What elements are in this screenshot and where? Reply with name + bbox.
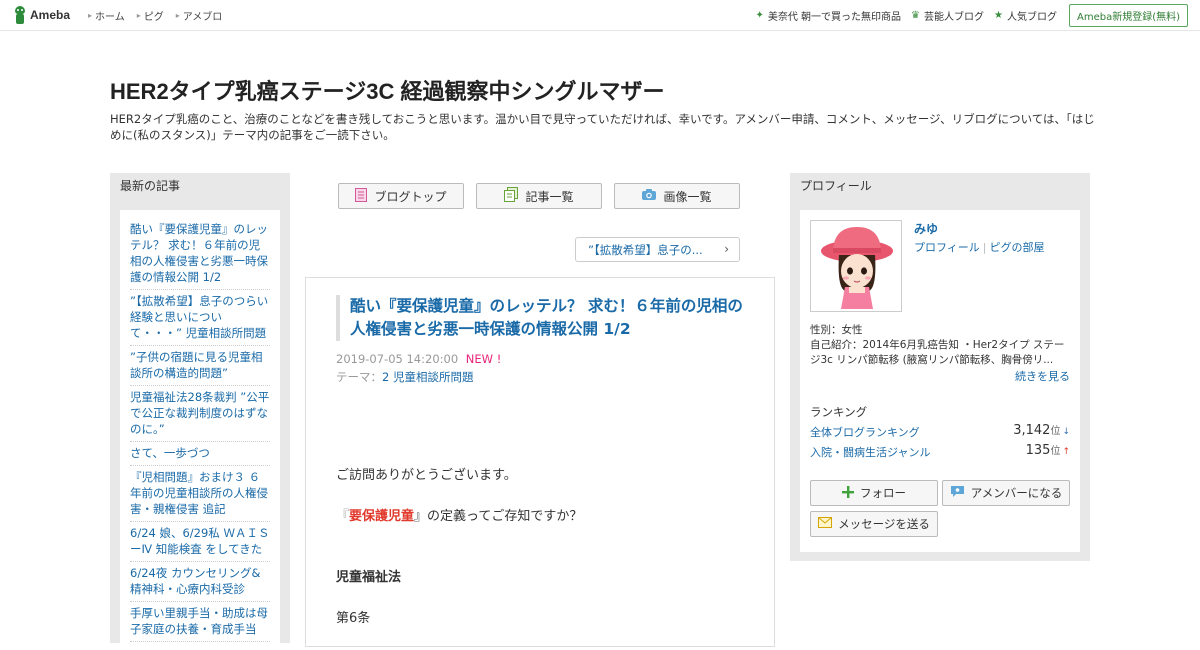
ameba-mascot-icon — [13, 6, 27, 24]
camera-icon — [642, 189, 657, 203]
link-trending-post[interactable]: ✦ 美奈代 朝一で買った無印商品 — [755, 8, 901, 23]
recent-article-link[interactable]: ”子供の宿題に見る児童相談所の構造的問題” — [130, 346, 270, 386]
sparkle-icon: ✦ — [755, 9, 764, 21]
blog-nav-buttons: ブログトップ 記事一覧 画像一覧 — [338, 183, 740, 209]
article-list-button[interactable]: 記事一覧 — [476, 183, 602, 209]
ranking-value: 3,142位 ↓ — [1013, 423, 1070, 438]
article-question: 『要保護児童』の定義ってご存知ですか？ — [336, 509, 583, 524]
recent-article-link[interactable]: 手厚い里親手当・助成は母子家庭の扶養・育成手当 — [130, 602, 270, 642]
link-celebrity-blogs[interactable]: ♛ 芸能人ブログ — [911, 8, 984, 23]
article-title[interactable]: 酷い『要保護児童』のレッテル？ 求む！６年前の児相の人権侵害と劣悪一時保護の情報… — [336, 295, 750, 341]
follow-button[interactable]: フォロー — [810, 480, 938, 506]
envelope-icon — [818, 517, 833, 531]
chevron-right-icon: ▸ — [88, 10, 93, 20]
blog-top-button[interactable]: ブログトップ — [338, 183, 464, 209]
chevron-right-icon: ▸ — [175, 10, 180, 20]
pigg-room-link[interactable]: ピグの部屋 — [990, 241, 1045, 254]
blog-description: HER2タイプ乳癌のこと、治療のことなどを書き残しておこうと思います。温かい目で… — [110, 112, 1095, 142]
ranking-heading: ランキング — [810, 405, 868, 419]
nav-home[interactable]: ▸ ホーム — [88, 8, 125, 23]
recent-article-link[interactable]: 児童福祉法28条裁判 ”公平で公正な裁判制度のはずなのに。” — [130, 386, 270, 442]
nav-pigg[interactable]: ▸ ピグ — [137, 8, 164, 23]
profile-gender: 性別：女性 — [810, 324, 863, 336]
theme-link[interactable]: 2 児童相談所問題 — [382, 370, 473, 384]
profile-link[interactable]: プロフィール — [914, 241, 980, 254]
article-clause: 第6条 — [336, 611, 371, 626]
send-message-button[interactable]: メッセージを送る — [810, 511, 938, 537]
star-icon: ★ — [994, 9, 1003, 21]
blog-title[interactable]: HER2タイプ乳癌ステージ3C 経過観察中シングルマザー — [110, 74, 664, 106]
profile-info: 性別：女性 自己紹介：2014年6月乳癌告知 ・Her2タイプ ステージ3c リ… — [810, 323, 1072, 368]
recent-article-link[interactable]: ”【拡散希望】息子のつらい経験と思いについて・・・” 児童相談所問題 — [130, 290, 270, 346]
register-button[interactable]: Ameba新規登録(無料) — [1068, 3, 1188, 27]
recent-articles-heading: 最新の記事 — [120, 179, 181, 193]
amember-button[interactable]: アメンバーになる — [942, 480, 1070, 506]
article-theme: テーマ：2 児童相談所問題 — [336, 369, 473, 385]
ranking-row: 全体ブログランキング 3,142位 ↓ — [810, 423, 1070, 440]
ameba-logo[interactable]: Ameba — [13, 6, 70, 24]
chevron-right-icon: ▸ — [136, 10, 141, 20]
speech-bubble-icon — [950, 485, 965, 501]
top-right-links: ✦ 美奈代 朝一で買った無印商品 ♛ 芸能人ブログ ★ 人気ブログ Ameba新規登録… — [745, 0, 1188, 30]
article-card: 酷い『要保護児童』のレッテル？ 求む！６年前の児相の人権侵害と劣悪一時保護の情報… — [305, 277, 775, 647]
top-bar: Ameba ▸ ホーム ▸ ピグ ▸ アメブロ ✦ 美奈代 朝一で買った無印商品 ♛ 芸能… — [0, 0, 1200, 31]
profile-links: プロフィール | ピグの部屋 — [914, 241, 1045, 254]
previous-article-link[interactable]: ”【拡散希望】息子の... › — [575, 237, 740, 262]
new-badge: NEW ! — [465, 352, 502, 366]
article-body: ご訪問ありがとうございます。 『要保護児童』の定義ってご存知ですか？ 児童福祉法… — [336, 464, 746, 626]
theme-label: テーマ： — [336, 370, 382, 384]
recent-article-link[interactable]: 6/24夜 カウンセリング&精神科・心療内科受診 — [130, 562, 270, 602]
article-date: 2019-07-05 14:20:00 — [336, 352, 459, 366]
profile-intro: 自己紹介：2014年6月乳癌告知 ・Her2タイプ ステージ3c リンパ節転移 … — [810, 339, 1065, 366]
highlighted-term: 要保護児童 — [349, 509, 415, 524]
recent-articles-panel: 最新の記事 酷い『要保護児童』のレッテル？ 求む！６年前の児相の人権侵害と劣悪一… — [110, 173, 290, 650]
chevron-right-icon: › — [724, 242, 729, 256]
avatar[interactable] — [810, 220, 902, 312]
article-section-heading: 児童福祉法 — [336, 570, 402, 585]
recent-article-link[interactable]: さて、一歩づつ — [130, 442, 270, 466]
ranking-label[interactable]: 入院・闘病生活ジャンル — [810, 446, 930, 459]
plus-icon — [842, 485, 854, 501]
recent-article-link[interactable]: 6/24 娘、6/29私 ＷＡＩＳーⅣ 知能検査 をしてきた — [130, 522, 270, 562]
nav-ameblo[interactable]: ▸ アメブロ — [176, 8, 223, 23]
list-icon — [504, 187, 519, 205]
ranking-label[interactable]: 全体ブログランキング — [810, 426, 920, 439]
crown-icon: ♛ — [911, 9, 921, 21]
read-more-link[interactable]: 続きを見る — [1015, 368, 1070, 384]
rank-up-icon: ↑ — [1062, 447, 1070, 457]
document-icon — [355, 187, 368, 205]
recent-article-link[interactable]: 『児相問題』おまけ３ ６年前の児童相談所の人権侵害・親権侵害 追記 — [130, 466, 270, 522]
profile-name[interactable]: みゆ — [914, 220, 938, 237]
ranking-row: 入院・闘病生活ジャンル 135位 ↑ — [810, 443, 1070, 460]
article-meta: 2019-07-05 14:20:00 NEW ! — [336, 352, 501, 366]
link-popular-blogs[interactable]: ★ 人気ブログ — [994, 8, 1057, 23]
image-list-button[interactable]: 画像一覧 — [614, 183, 740, 209]
recent-articles-list: 酷い『要保護児童』のレッテル？ 求む！６年前の児相の人権侵害と劣悪一時保護の情報… — [120, 210, 280, 642]
profile-box: みゆ プロフィール | ピグの部屋 性別：女性 自己紹介：2014年6月乳癌告知 ・… — [800, 210, 1080, 552]
ranking-value: 135位 ↑ — [1025, 443, 1070, 458]
rank-down-icon: ↓ — [1062, 427, 1070, 437]
logo-text: Ameba — [30, 8, 71, 22]
top-nav: ▸ ホーム ▸ ピグ ▸ アメブロ — [88, 0, 234, 30]
recent-articles-list-box: 酷い『要保護児童』のレッテル？ 求む！６年前の児相の人権侵害と劣悪一時保護の情報… — [120, 210, 280, 650]
article-greeting: ご訪問ありがとうございます。 — [336, 468, 517, 483]
recent-article-link[interactable]: 酷い『要保護児童』のレッテル？ 求む！６年前の児相の人権侵害と劣悪一時保護の情報… — [130, 218, 270, 290]
profile-panel: プロフィール みゆ プロフィール | ピグの部屋 性別：女性 自己紹介：2014… — [790, 173, 1090, 561]
profile-heading: プロフィール — [800, 179, 872, 193]
